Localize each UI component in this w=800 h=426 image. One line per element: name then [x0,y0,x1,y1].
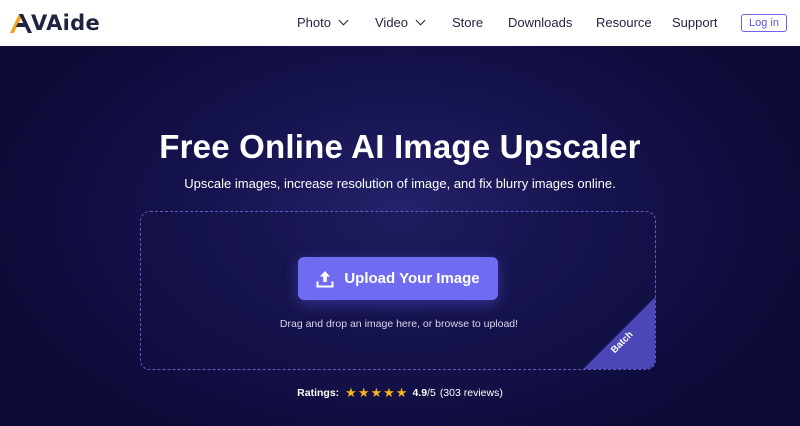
nav-store-label: Store [452,15,484,30]
upload-button-label: Upload Your Image [344,270,480,287]
nav-downloads[interactable]: Downloads [508,15,572,30]
nav-support[interactable]: Support [672,15,718,30]
logo[interactable]: VAide [10,10,100,36]
nav-support-label: Support [672,15,718,30]
logo-text: VAide [31,11,101,35]
rating-score-max: /5 [427,387,436,399]
ratings-row: Ratings: ★★★★★ 4.9 /5 (303 reviews) [0,386,800,400]
star-icon: ★ [345,385,357,400]
star-icon: ★ [357,385,370,400]
batch-corner-bg [583,297,655,369]
nav-photo[interactable]: Photo [297,15,349,30]
nav-photo-label: Photo [297,15,331,30]
star-icon: ★ [395,385,408,400]
upload-icon [316,270,334,287]
nav-video-label: Video [375,15,409,30]
nav-video[interactable]: Video [375,15,426,30]
chevron-down-icon [338,15,349,26]
star-icon: ★ [383,385,395,400]
site-header: VAide Photo Video Store Downloads Resour… [0,0,800,46]
star-icon: ★ [370,385,383,400]
upload-image-button[interactable]: Upload Your Image [298,257,498,300]
rating-reviews: (303 reviews) [439,387,503,399]
nav-store[interactable]: Store [452,15,483,30]
rating-score: 4.9 [412,387,428,399]
page-title: Free Online AI Image Upscaler [159,128,641,165]
chevron-down-icon [415,15,426,26]
login-button[interactable]: Log in [741,14,787,32]
drop-hint: Drag and drop an image here, or browse t… [279,318,519,330]
logo-a-icon [10,14,32,33]
upload-dropzone[interactable]: Upload Your Image Drag and drop an image… [140,211,656,370]
page-subtitle: Upscale images, increase resolution of i… [184,176,616,191]
star-rating: ★★★★★ [345,386,408,400]
nav-downloads-label: Downloads [508,15,573,30]
ratings-label: Ratings: [297,387,340,399]
nav-resource-label: Resource [596,15,652,30]
batch-corner-button[interactable]: Batch [583,297,655,369]
nav-resource[interactable]: Resource [596,15,652,30]
